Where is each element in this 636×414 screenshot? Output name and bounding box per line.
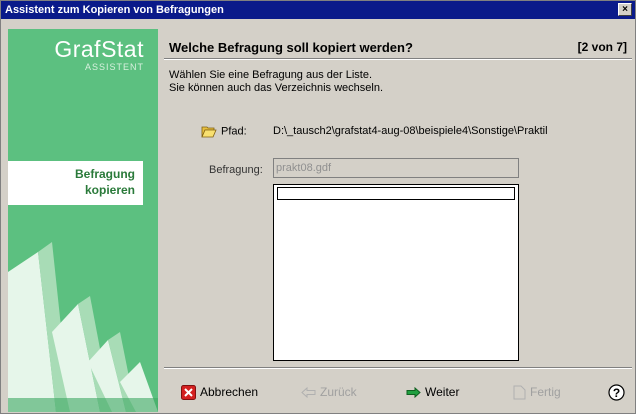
- next-button[interactable]: Weiter: [406, 381, 459, 403]
- cancel-label: Abbrechen: [200, 385, 259, 399]
- page-title: Welche Befragung soll kopiert werden?: [169, 40, 413, 55]
- footer-divider: [164, 367, 632, 369]
- list-focus-row[interactable]: [277, 187, 515, 200]
- cancel-icon: [181, 385, 196, 401]
- wizard-window: Assistent zum Kopieren von Befragungen ×…: [0, 0, 636, 414]
- wizard-sidebar: GrafStat ASSISTENT Befragung kopieren: [8, 29, 158, 412]
- path-row: Pfad: D:\_tausch2\grafstat4-aug-08\beisp…: [201, 125, 548, 138]
- arrow-right-icon: [406, 387, 421, 399]
- brand-logo: GrafStat ASSISTENT: [54, 37, 144, 72]
- step-counter: [2 von 7]: [577, 40, 627, 54]
- finish-label: Fertig: [530, 385, 561, 399]
- title-bar: Assistent zum Kopieren von Befragungen ×: [1, 1, 635, 19]
- path-label: Pfad:: [221, 125, 247, 138]
- survey-filename-field[interactable]: prakt08.gdf: [273, 158, 519, 178]
- current-step-box: Befragung kopieren: [8, 161, 143, 205]
- brand-subtitle: ASSISTENT: [84, 62, 144, 72]
- bar-chart-graphic: [8, 242, 158, 412]
- path-value: D:\_tausch2\grafstat4-aug-08\beispiele4\…: [273, 125, 548, 137]
- step-label-line1: Befragung: [75, 167, 135, 181]
- description-line1: Wählen Sie eine Befragung aus der Liste.: [169, 69, 373, 81]
- arrow-left-icon: [301, 387, 316, 399]
- next-label: Weiter: [425, 385, 460, 399]
- cancel-button[interactable]: Abbrechen: [181, 381, 258, 403]
- survey-listbox[interactable]: [273, 184, 519, 361]
- finish-button[interactable]: Fertig: [513, 381, 561, 403]
- brand-name: GrafStat: [54, 36, 144, 62]
- back-button[interactable]: Zurück: [301, 381, 357, 403]
- help-icon: ?: [608, 384, 625, 401]
- description-text: Wählen Sie eine Befragung aus der Liste.…: [169, 69, 383, 95]
- current-step-label: Befragung kopieren: [75, 166, 135, 198]
- step-label-line2: kopieren: [84, 183, 135, 197]
- document-icon: [513, 385, 526, 400]
- description-line2: Sie können auch das Verzeichnis wechseln…: [169, 82, 384, 94]
- window-title: Assistent zum Kopieren von Befragungen: [5, 4, 224, 16]
- survey-label: Befragung:: [209, 164, 263, 176]
- close-button[interactable]: ×: [618, 3, 632, 16]
- header-divider: [164, 58, 632, 60]
- help-glyph: ?: [613, 386, 620, 400]
- folder-open-icon[interactable]: [201, 125, 217, 138]
- help-button[interactable]: ?: [608, 381, 629, 403]
- back-label: Zurück: [320, 385, 357, 399]
